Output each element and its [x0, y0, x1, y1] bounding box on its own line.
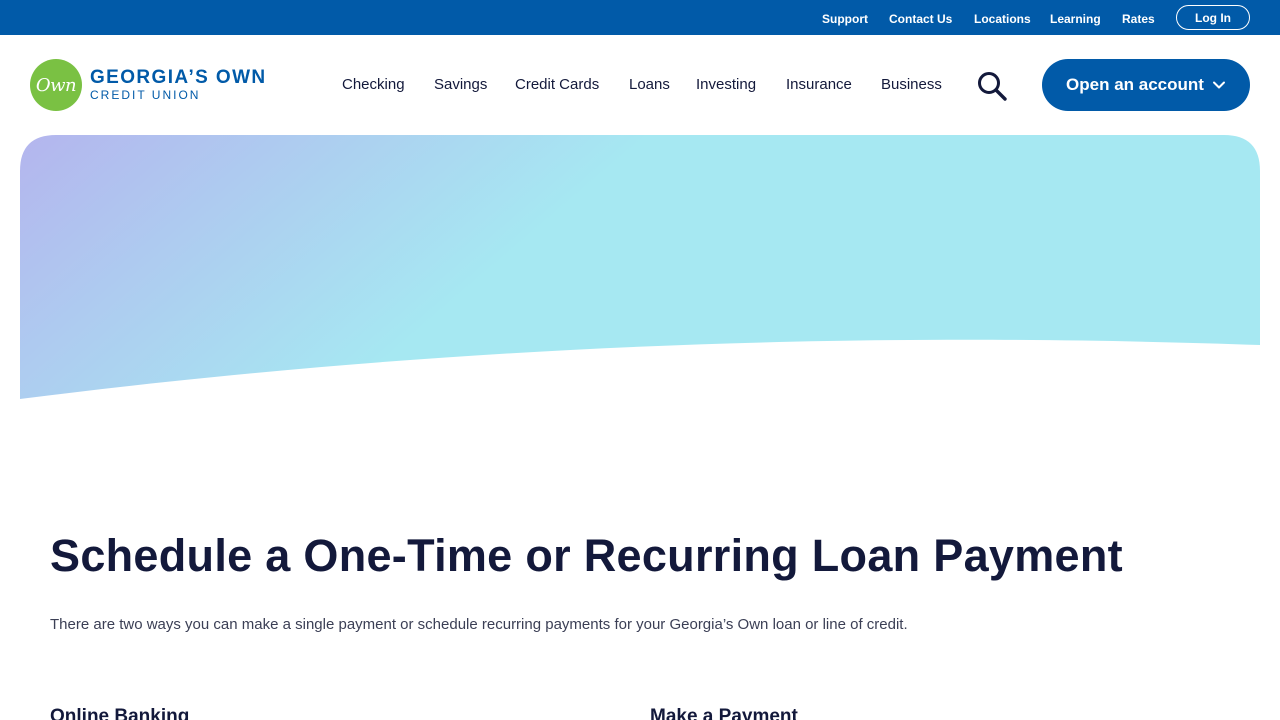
- logo[interactable]: Own GEORGIA’S OWN CREDIT UNION: [30, 59, 267, 111]
- intro-text: There are two ways you can make a single…: [50, 616, 908, 633]
- page-title: Schedule a One-Time or Recurring Loan Pa…: [50, 530, 1123, 581]
- utility-link-rates[interactable]: Rates: [1122, 12, 1155, 26]
- nav-item-credit-cards[interactable]: Credit Cards: [515, 76, 599, 93]
- chevron-down-icon: [1212, 81, 1225, 89]
- nav-item-investing[interactable]: Investing: [696, 76, 756, 93]
- login-button[interactable]: Log In: [1176, 5, 1250, 30]
- nav-item-checking[interactable]: Checking: [342, 76, 405, 93]
- utility-bar: Support Contact Us Locations Learning Ra…: [0, 0, 1280, 35]
- search-button[interactable]: [976, 70, 1008, 102]
- nav-item-loans[interactable]: Loans: [629, 76, 670, 93]
- logo-mark: Own: [30, 59, 82, 111]
- section-heading-online-banking: Online Banking: [50, 706, 190, 720]
- hero-banner: [20, 135, 1260, 399]
- logo-mark-text: Own: [35, 74, 77, 96]
- utility-link-support[interactable]: Support: [822, 12, 868, 26]
- login-button-label: Log In: [1195, 10, 1231, 25]
- section-heading-make-a-payment: Make a Payment: [650, 706, 798, 720]
- logo-line2: CREDIT UNION: [90, 88, 201, 102]
- open-account-button[interactable]: Open an account: [1042, 59, 1250, 111]
- logo-wordmark: GEORGIA’S OWN CREDIT UNION: [90, 67, 267, 103]
- utility-link-learning[interactable]: Learning: [1050, 12, 1101, 26]
- nav-item-savings[interactable]: Savings: [434, 76, 487, 93]
- nav-item-business[interactable]: Business: [881, 76, 942, 93]
- utility-link-locations[interactable]: Locations: [974, 12, 1031, 26]
- logo-line1: GEORGIA’S OWN: [90, 67, 267, 88]
- open-account-label: Open an account: [1066, 75, 1204, 94]
- nav-item-insurance[interactable]: Insurance: [786, 76, 852, 93]
- utility-link-contact-us[interactable]: Contact Us: [889, 12, 952, 26]
- search-icon: [978, 72, 1007, 101]
